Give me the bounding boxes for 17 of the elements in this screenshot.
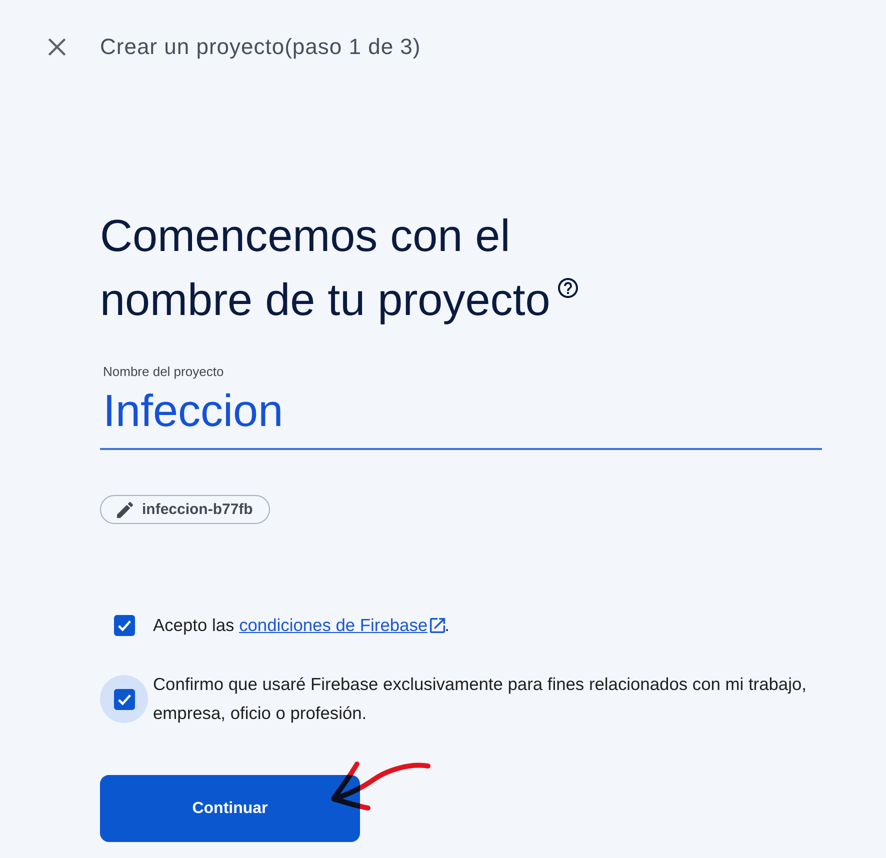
check-icon bbox=[116, 618, 132, 632]
field-label: Nombre del proyecto bbox=[103, 364, 224, 380]
close-icon[interactable] bbox=[48, 38, 66, 56]
checkbox-label: Acepto las condiciones de Firebase . bbox=[153, 614, 450, 637]
project-name-field[interactable]: Infeccion bbox=[100, 386, 822, 450]
check-icon bbox=[116, 692, 132, 706]
checkbox[interactable] bbox=[114, 614, 134, 636]
continue-button[interactable]: Continuar bbox=[100, 775, 360, 842]
page-heading: Comencemos con el nombre de tu proyecto bbox=[100, 210, 550, 325]
help-icon[interactable] bbox=[558, 278, 578, 298]
checkbox[interactable] bbox=[114, 688, 134, 710]
terms-link[interactable]: condiciones de Firebase bbox=[239, 614, 445, 634]
pencil-icon bbox=[117, 502, 133, 518]
project-id-chip[interactable]: infeccion-b77fb bbox=[100, 495, 270, 524]
page-title: Crear un proyecto(paso 1 de 3) bbox=[100, 34, 421, 60]
external-link-icon bbox=[430, 618, 445, 632]
checkbox-label: Confirmo que usaré Firebase exclusivamente para fines relacionados con mi trabajo, empresa, oficio o profesión. bbox=[153, 673, 808, 725]
